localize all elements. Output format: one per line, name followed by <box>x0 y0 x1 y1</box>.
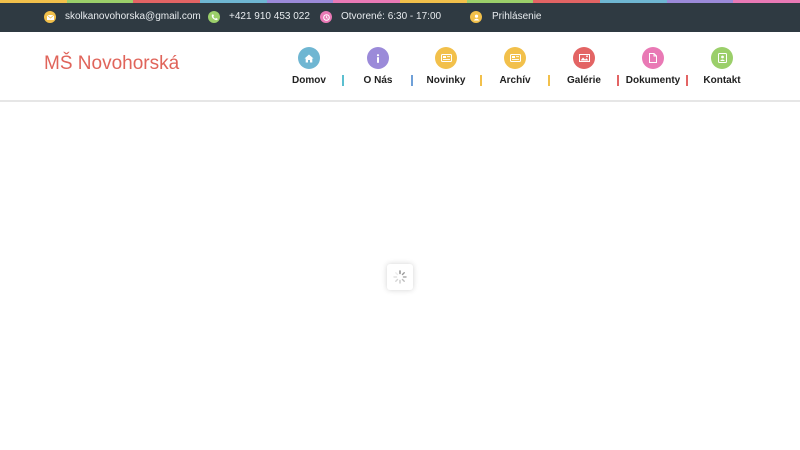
email-text: skolkanovohorska@gmail.com <box>65 11 201 22</box>
nav-label: Archív <box>499 75 531 86</box>
nav-item-dokumenty[interactable]: Dokumenty <box>618 47 688 95</box>
info-icon <box>367 47 389 69</box>
nav-label: Kontakt <box>703 75 741 86</box>
document-icon <box>642 47 664 69</box>
nav-item-domov[interactable]: Domov <box>274 47 344 95</box>
nav-label: Dokumenty <box>625 75 681 86</box>
nav-item-archiv[interactable]: Archív <box>480 47 550 95</box>
clock-icon <box>320 11 332 23</box>
contact-icon <box>711 47 733 69</box>
home-icon <box>298 47 320 69</box>
nav-item-o-nas[interactable]: O Nás <box>343 47 413 95</box>
archive-icon <box>504 47 526 69</box>
nav-separator <box>617 75 619 86</box>
nav-item-kontakt[interactable]: Kontakt <box>687 47 757 95</box>
email-link[interactable]: skolkanovohorska@gmail.com <box>44 10 201 24</box>
site-header: MŠ Novohorská Domov O Nás Novinky Archív <box>0 32 800 102</box>
opening-hours: Otvorené: 6:30 - 17:00 <box>320 10 441 24</box>
login-text: Prihlásenie <box>492 11 542 22</box>
envelope-icon <box>44 11 56 23</box>
nav-separator <box>548 75 550 86</box>
nav-label: Galérie <box>567 75 601 86</box>
gallery-icon <box>573 47 595 69</box>
phone-icon <box>208 11 220 23</box>
nav-label: Novinky <box>426 75 466 86</box>
nav-label: O Nás <box>363 75 393 86</box>
loading-spinner <box>387 264 413 290</box>
nav-separator <box>411 75 413 86</box>
login-link[interactable]: Prihlásenie <box>470 10 541 24</box>
nav-separator <box>480 75 482 86</box>
nav-separator <box>686 75 688 86</box>
hours-text: Otvorené: 6:30 - 17:00 <box>341 11 442 22</box>
main-navigation: Domov O Nás Novinky Archív Galérie Dokum… <box>0 32 800 102</box>
phone-link[interactable]: +421 910 453 022 <box>208 10 310 24</box>
rainbow-stripe <box>0 0 800 3</box>
phone-text: +421 910 453 022 <box>229 11 310 22</box>
nav-separator <box>342 75 344 86</box>
nav-item-novinky[interactable]: Novinky <box>411 47 481 95</box>
nav-label: Domov <box>292 75 326 86</box>
user-icon <box>470 11 482 23</box>
top-info-bar: skolkanovohorska@gmail.com +421 910 453 … <box>0 0 800 32</box>
spinner-icon <box>393 270 407 284</box>
news-icon <box>435 47 457 69</box>
nav-item-galerie[interactable]: Galérie <box>549 47 619 95</box>
